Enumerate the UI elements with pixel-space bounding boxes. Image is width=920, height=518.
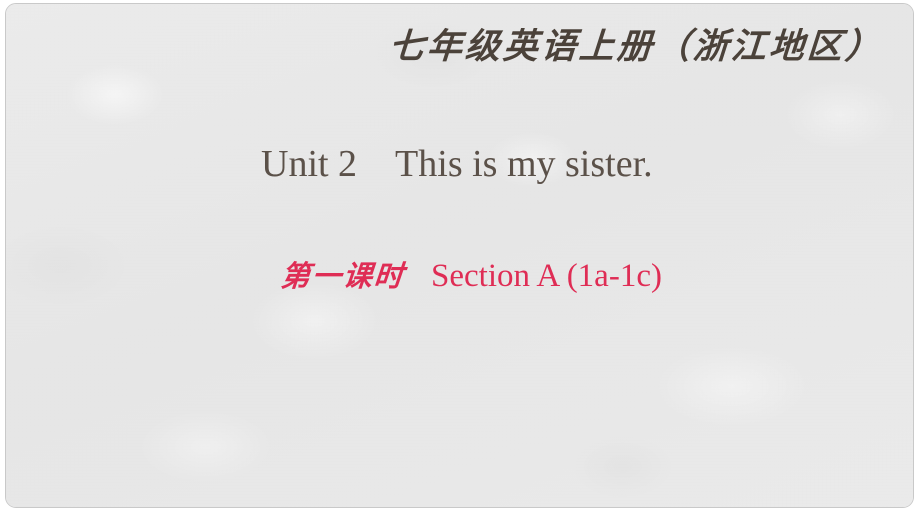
unit-heading: Unit 2 This is my sister.	[261, 143, 653, 185]
slide-content: 七年级英语上册（浙江地区） Unit 2 This is my sister. …	[6, 4, 913, 507]
lesson-section-label: Section A (1a-1c)	[431, 258, 662, 295]
slide-frame: 七年级英语上册（浙江地区） Unit 2 This is my sister. …	[5, 3, 914, 508]
slide-root: 七年级英语上册（浙江地区） Unit 2 This is my sister. …	[0, 0, 920, 518]
lesson-period-label: 第一课时	[279, 259, 407, 294]
course-title: 七年级英语上册（浙江地区）	[387, 27, 885, 67]
lesson-heading: 第一课时 Section A (1a-1c)	[249, 238, 662, 316]
